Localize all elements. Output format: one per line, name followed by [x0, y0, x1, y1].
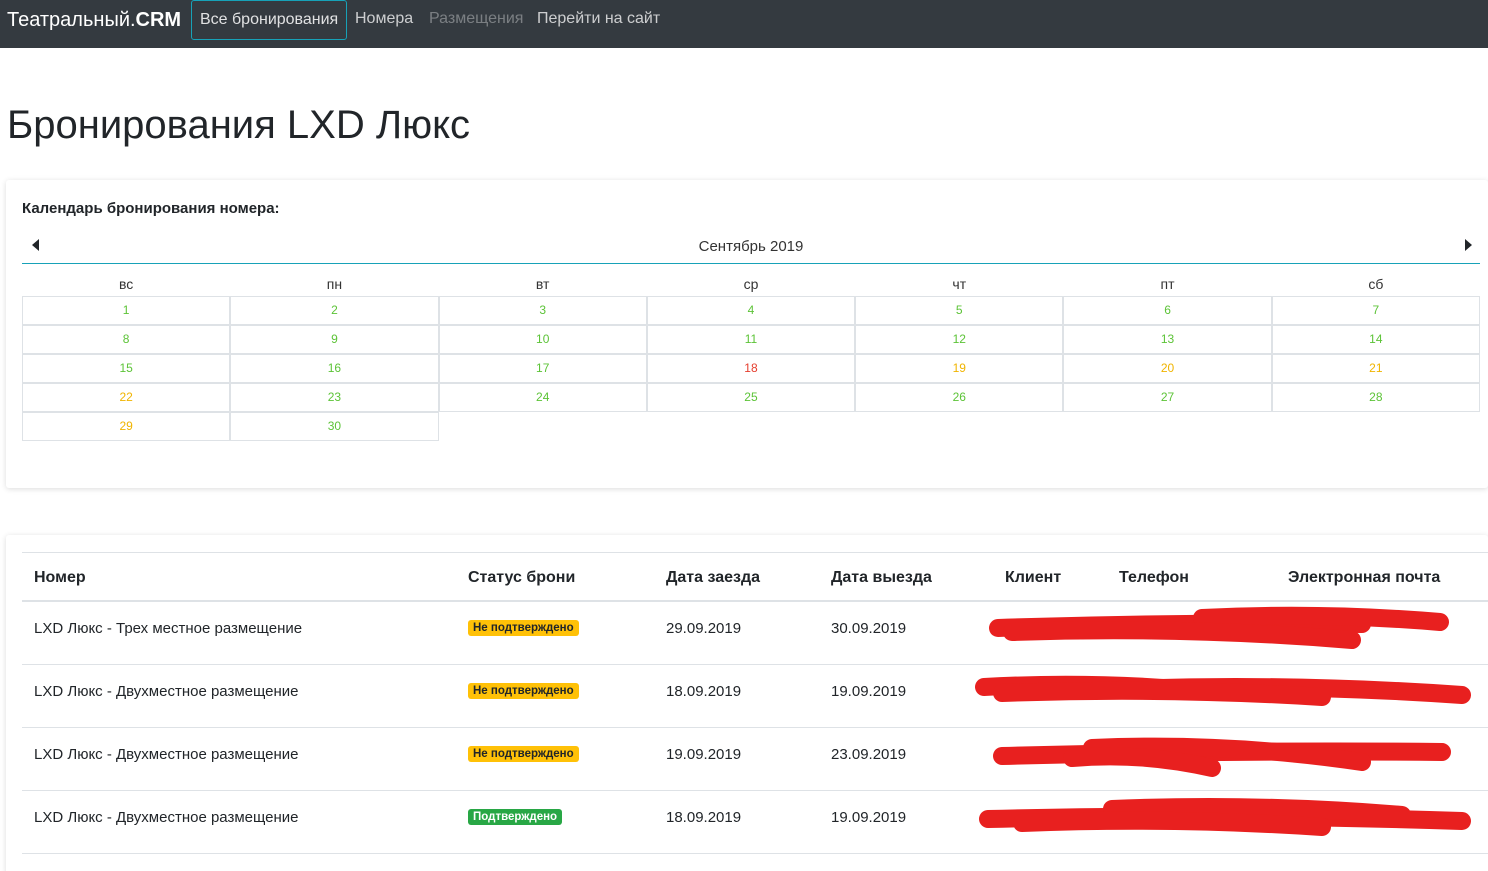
- nav-go-to-site[interactable]: Перейти на сайт: [537, 0, 660, 40]
- calendar-empty-cell: [647, 412, 855, 441]
- calendar-week-row: 1234567: [22, 296, 1480, 325]
- redaction-stroke: [1063, 747, 1221, 777]
- calendar-month-label: Сентябрь 2019: [698, 238, 804, 255]
- weekday-label: пн: [326, 276, 343, 292]
- calendar-day-cell[interactable]: 4: [646, 296, 856, 325]
- calendar-day-cell[interactable]: 24: [438, 383, 647, 412]
- redaction-scribble: [993, 737, 1451, 777]
- calendar-heading: Календарь бронирования номера:: [22, 200, 280, 217]
- calendar-grid: 1 2 3 4 5 6 7 8 9 10 11 12 13 14 15 16 17 18 19 20 21 22 23 24 2…: [22, 296, 1480, 441]
- calendar-day-cell[interactable]: 22: [22, 383, 231, 412]
- calendar-weekdays: вс пн вт ср чт пт сб: [22, 276, 1480, 296]
- column-header-room: Номер: [34, 569, 86, 586]
- redaction-stroke: [1013, 811, 1331, 836]
- calendar-header: Сентябрь 2019: [22, 230, 1480, 264]
- nav-placements: Размещения: [429, 10, 524, 27]
- bookings-table: Номер Статус брони Дата заезда Дата выез…: [22, 552, 1488, 854]
- calendar-day-cell[interactable]: 25: [646, 383, 856, 412]
- redaction-stroke: [993, 681, 1331, 706]
- brand-prefix: Театральный.: [7, 9, 136, 31]
- calendar-day-cell[interactable]: 21: [1271, 354, 1480, 383]
- calendar-day-cell[interactable]: 6: [1063, 296, 1272, 325]
- redaction-scribble: [979, 798, 1471, 836]
- column-header-email: Электронная почта: [1288, 569, 1441, 586]
- calendar-day-cell[interactable]: 18: [646, 354, 856, 383]
- calendar-next-arrow-icon[interactable]: [1465, 239, 1472, 251]
- calendar-card: Календарь бронирования номера: Сентябрь …: [6, 180, 1488, 488]
- calendar-day-cell[interactable]: 2: [230, 296, 439, 325]
- calendar-day-cell[interactable]: 14: [1271, 325, 1480, 354]
- calendar-day-cell[interactable]: 7: [1271, 296, 1480, 325]
- calendar-empty-cell: [855, 412, 1063, 441]
- weekday-label: вт: [535, 276, 550, 292]
- bookings-table-card: Номер Статус брони Дата заезда Дата выез…: [6, 535, 1488, 871]
- calendar-empty-cell: [439, 412, 647, 441]
- calendar-day-cell[interactable]: 16: [230, 354, 439, 383]
- weekday-label: сб: [1368, 276, 1384, 292]
- column-header-checkout: Дата выезда: [831, 569, 932, 586]
- column-header-status: Статус брони: [468, 569, 576, 586]
- table-header-row: Номер Статус брони Дата заезда Дата выез…: [22, 552, 1488, 602]
- weekday-label: ср: [743, 276, 759, 292]
- calendar-day-cell[interactable]: 15: [22, 354, 231, 383]
- calendar-day-cell[interactable]: 20: [1063, 354, 1272, 383]
- calendar-day-cell[interactable]: 9: [230, 325, 439, 354]
- calendar-week-row: 8 9 10 11 12 13 14: [22, 325, 1480, 354]
- table-row: LXD Люкс - Двухместное размещение Не подт…: [22, 665, 1488, 728]
- calendar-day-cell[interactable]: 12: [855, 325, 1064, 354]
- calendar-day-cell[interactable]: 11: [646, 325, 856, 354]
- calendar-day-cell[interactable]: 13: [1063, 325, 1272, 354]
- calendar-day-cell[interactable]: 1: [22, 296, 231, 325]
- column-header-checkin: Дата заезда: [666, 569, 761, 586]
- nav-all-bookings[interactable]: Все бронирования: [191, 0, 348, 40]
- table-row: LXD Люкс - Двухместное размещение Не подт…: [22, 728, 1488, 791]
- weekday-label: пт: [1160, 276, 1175, 292]
- calendar-week-row: 29 30: [22, 412, 1480, 441]
- page-title: Бронирования LXD Люкс: [7, 103, 471, 147]
- weekday-label: вс: [119, 276, 134, 292]
- brand-bold: CRM: [135, 9, 182, 31]
- calendar-day-cell[interactable]: 30: [230, 412, 439, 441]
- redaction-stroke: [1003, 621, 1361, 649]
- table-row: LXD Люкс - Двухместное размещение Подтвер…: [22, 791, 1488, 854]
- calendar-week-row: 15 16 17 18 19 20 21: [22, 354, 1480, 383]
- calendar-day-cell[interactable]: 19: [855, 354, 1064, 383]
- column-header-client: Клиент: [1005, 569, 1062, 586]
- redaction-scribble: [975, 675, 1471, 706]
- redaction-stroke: [1193, 606, 1449, 631]
- calendar-week-row: 22 23 24 25 26 27 28: [22, 383, 1480, 412]
- calendar-day-cell[interactable]: 28: [1271, 383, 1480, 412]
- calendar-day-cell[interactable]: 5: [855, 296, 1064, 325]
- weekday-label: чт: [952, 276, 967, 292]
- calendar-day-cell[interactable]: 23: [230, 383, 439, 412]
- nav-rooms[interactable]: Номера: [355, 0, 413, 40]
- calendar-empty-cell: [1063, 412, 1271, 441]
- column-header-phone: Телефон: [1119, 569, 1189, 586]
- calendar-empty-cell: [1272, 412, 1480, 441]
- calendar-day-cell[interactable]: 10: [438, 325, 647, 354]
- table-row: LXD Люкс - Трех местное размещение Не под…: [22, 602, 1488, 665]
- calendar-day-cell[interactable]: 27: [1063, 383, 1272, 412]
- brand-logo[interactable]: Театральный.CRM: [7, 8, 181, 32]
- calendar-day-cell[interactable]: 3: [438, 296, 647, 325]
- top-navbar: Театральный.CRM Все бронирования Номера …: [0, 0, 1488, 48]
- redaction-scribble: [989, 606, 1449, 649]
- calendar-day-cell[interactable]: 29: [22, 412, 231, 441]
- calendar-day-cell[interactable]: 26: [855, 383, 1064, 412]
- calendar-day-cell[interactable]: 17: [438, 354, 647, 383]
- calendar-day-cell[interactable]: 8: [22, 325, 231, 354]
- table-body: LXD Люкс - Трех местное размещение Не под…: [22, 602, 1488, 854]
